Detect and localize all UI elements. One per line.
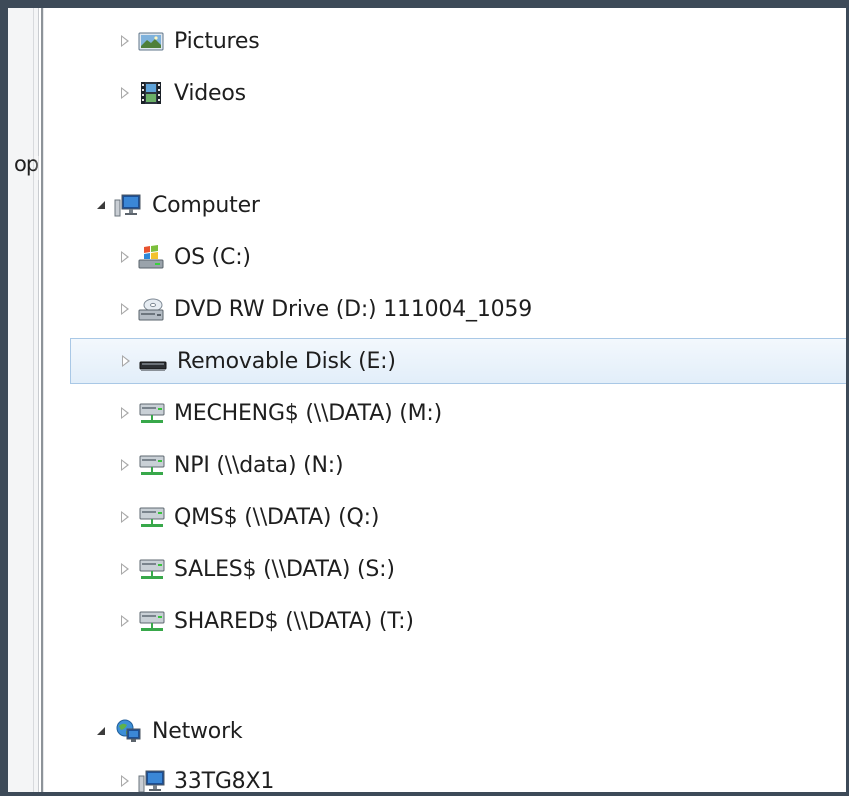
dvd-drive-icon xyxy=(138,296,164,322)
tree-item-label: Removable Disk (E:) xyxy=(177,348,396,374)
tree-item-label: MECHENG$ (\\DATA) (M:) xyxy=(174,400,443,426)
left-edge-line xyxy=(33,8,34,792)
tree-item-network[interactable]: Network xyxy=(44,708,846,754)
expand-arrow-icon[interactable] xyxy=(118,561,132,577)
tree-item-pictures[interactable]: Pictures xyxy=(44,18,846,64)
computer-icon xyxy=(138,768,165,792)
expand-arrow-icon[interactable] xyxy=(118,85,132,101)
navigation-tree: Pictures Videos Computer OS (C:) DVD RW … xyxy=(44,8,846,792)
expand-arrow-icon[interactable] xyxy=(118,509,132,525)
network-icon xyxy=(114,718,141,744)
tree-item-drive-n[interactable]: NPI (\\data) (N:) xyxy=(44,442,846,488)
tree-item-drive-q[interactable]: QMS$ (\\DATA) (Q:) xyxy=(44,494,846,540)
collapse-arrow-icon[interactable] xyxy=(94,197,108,213)
tree-item-label: Network xyxy=(152,718,243,744)
tree-item-label: OS (C:) xyxy=(174,244,251,270)
tree-item-computer[interactable]: Computer xyxy=(44,182,846,228)
videos-library-icon xyxy=(138,80,164,106)
computer-icon xyxy=(114,192,141,218)
tree-item-drive-m[interactable]: MECHENG$ (\\DATA) (M:) xyxy=(44,390,846,436)
explorer-window-frame: op Pictures Videos Computer OS (C:) DVD … xyxy=(0,0,849,796)
pictures-library-icon xyxy=(138,28,164,54)
expand-arrow-icon[interactable] xyxy=(118,249,132,265)
tree-item-label: Pictures xyxy=(174,28,260,54)
tree-item-label: QMS$ (\\DATA) (Q:) xyxy=(174,504,380,530)
tree-item-label: NPI (\\data) (N:) xyxy=(174,452,344,478)
expand-arrow-icon[interactable] xyxy=(118,301,132,317)
tree-item-drive-e[interactable]: Removable Disk (E:) xyxy=(70,338,846,384)
expand-arrow-icon[interactable] xyxy=(118,405,132,421)
windows-drive-icon xyxy=(138,244,164,270)
tree-item-label: Videos xyxy=(174,80,246,106)
tree-item-drive-s[interactable]: SALES$ (\\DATA) (S:) xyxy=(44,546,846,592)
expand-arrow-icon[interactable] xyxy=(118,457,132,473)
network-drive-icon xyxy=(138,608,165,634)
tree-item-drive-d[interactable]: DVD RW Drive (D:) 111004_1059 xyxy=(44,286,846,332)
removable-disk-icon xyxy=(139,348,167,374)
tree-item-drive-t[interactable]: SHARED$ (\\DATA) (T:) xyxy=(44,598,846,644)
tree-item-label: SHARED$ (\\DATA) (T:) xyxy=(174,608,414,634)
expand-arrow-icon[interactable] xyxy=(118,773,132,789)
network-drive-icon xyxy=(138,452,165,478)
tree-item-label: SALES$ (\\DATA) (S:) xyxy=(174,556,395,582)
tree-item-host[interactable]: 33TG8X1 xyxy=(44,758,846,794)
network-drive-icon xyxy=(138,504,165,530)
tree-item-label: DVD RW Drive (D:) 111004_1059 xyxy=(174,296,533,322)
tree-item-label: 33TG8X1 xyxy=(174,768,275,794)
expand-arrow-icon[interactable] xyxy=(119,353,133,369)
collapse-arrow-icon[interactable] xyxy=(94,723,108,739)
tree-item-drive-c[interactable]: OS (C:) xyxy=(44,234,846,280)
network-drive-icon xyxy=(138,556,165,582)
expand-arrow-icon[interactable] xyxy=(118,613,132,629)
tree-item-videos[interactable]: Videos xyxy=(44,70,846,116)
tree-item-label: Computer xyxy=(152,192,260,218)
left-edge-strip xyxy=(8,8,39,792)
network-drive-icon xyxy=(138,400,165,426)
expand-arrow-icon[interactable] xyxy=(118,33,132,49)
